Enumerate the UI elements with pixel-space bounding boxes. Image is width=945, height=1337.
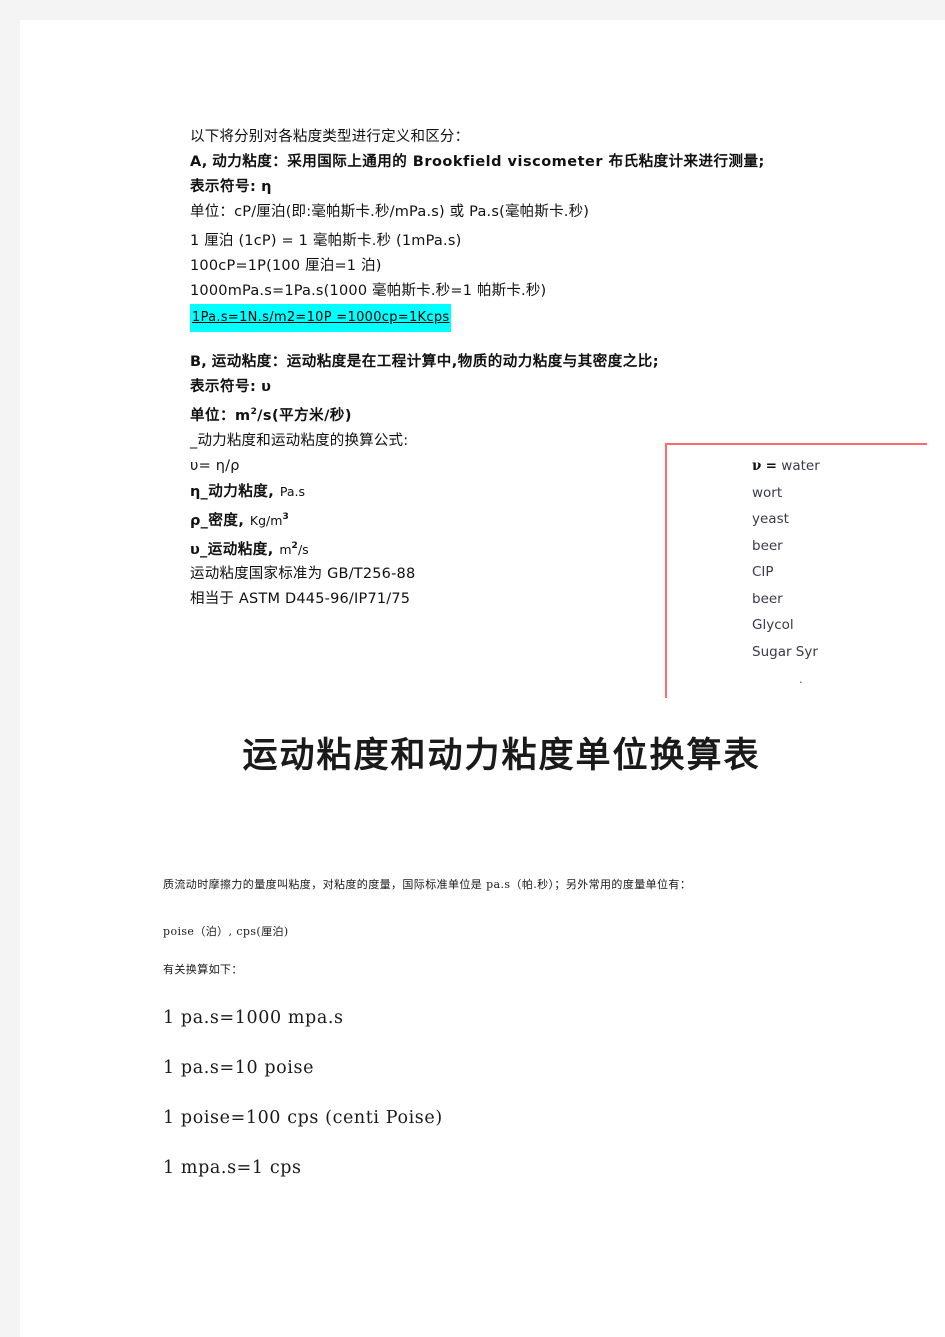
conversion-line-4: 1 mpa.s=1 cps: [163, 1158, 302, 1178]
section-b-symbol-label: 表示符号:: [190, 379, 257, 395]
list-item-label: Glycol: [752, 617, 794, 633]
list-item-label: Sugar Syr: [752, 643, 818, 660]
section-a-symbol-line: 表示符号: η: [190, 175, 930, 200]
list-item: beer: [752, 586, 927, 613]
list-item-label: yeast: [752, 511, 789, 527]
legend-text-eta: _动力粘度,: [200, 483, 280, 500]
conversion-line-1: 1 pa.s=1000 mpa.s: [163, 1008, 344, 1028]
intro-line: 以下将分别对各粘度类型进行定义和区分：: [190, 129, 470, 145]
section-a-conversion-2: 100cP=1P(100 厘泊=1 泊): [190, 258, 382, 274]
highlighted-conversion-row: 1Pa.s=1N.s/m2=10P =1000cp=1Kcps: [190, 304, 930, 332]
section-b-unit-suffix: /s(平方米/秒): [257, 407, 353, 424]
list-item-label: beer: [752, 537, 783, 554]
list-item: ν = water: [752, 453, 927, 480]
section-b-symbol-line: 表示符号: υ: [190, 375, 930, 400]
viscosity-sample-list: ν = water wort yeast beer CIP beer Glyco…: [667, 445, 927, 665]
conversion-list-intro: 有关换算如下：: [163, 963, 243, 976]
legend-text-rho: _密度,: [200, 512, 250, 529]
legend-unit-eta: Pa.s: [279, 483, 305, 499]
conversion-line-2: 1 pa.s=10 poise: [163, 1058, 315, 1078]
section-a-conversion-1: 1 厘泊 (1cP) = 1 毫帕斯卡.秒 (1mPa.s): [190, 233, 462, 249]
legend-unit-tail-nu: /s: [297, 541, 309, 557]
list-item-label: CIP: [752, 564, 774, 580]
section-b-label: B,: [190, 354, 207, 370]
section-a-label: A,: [190, 154, 208, 170]
legend-symbol-nu: υ: [190, 541, 200, 558]
definition-paragraph-line-2: poise（泊）, cps(厘泊): [163, 925, 289, 938]
section-b-heading-text: 运动粘度：运动粘度是在工程计算中,物质的动力粘度与其密度之比;: [211, 354, 660, 370]
legend-symbol-eta: η: [190, 483, 201, 500]
definition-paragraph-line-1: 质流动时摩擦力的量度叫粘度，对粘度的度量，国际标准单位是 pa.s（帕.秒）；另…: [163, 878, 692, 891]
trailing-mark: .: [799, 671, 803, 686]
legend-text-nu: _运动粘度,: [200, 541, 280, 558]
legend-symbol-rho: ρ: [190, 512, 201, 529]
section-b-heading: B, 运动粘度：运动粘度是在工程计算中,物质的动力粘度与其密度之比;: [190, 350, 930, 375]
list-item-label: beer: [752, 590, 783, 607]
conversion-line-3: 1 poise=100 cps (centi Poise): [163, 1108, 443, 1128]
section-b-unit-prefix: 单位：m: [190, 407, 251, 424]
list-item: wort: [752, 480, 927, 507]
list-item: yeast: [752, 506, 927, 533]
legend-unit-nu: m: [279, 541, 292, 557]
nu-symbol-boxed: ν: [752, 458, 762, 474]
section-b-unit-line: 单位：m2/s(平方米/秒): [190, 400, 930, 429]
section-a-heading: A, 动力粘度：采用国际上通用的 Brookfield viscometer 布…: [190, 150, 930, 175]
page-title: 运动粘度和动力粘度单位换算表: [242, 735, 761, 776]
document-page: 以下将分别对各粘度类型进行定义和区分： A, 动力粘度：采用国际上通用的 Bro…: [20, 20, 945, 1337]
nu-symbol: υ: [261, 379, 272, 395]
eta-symbol: η: [261, 179, 272, 195]
section-a-symbol-label: 表示符号:: [190, 179, 257, 195]
list-item-label: water: [781, 458, 820, 474]
list-item: Glycol: [752, 612, 927, 639]
viscosity-sample-box: ν = water wort yeast beer CIP beer Glyco…: [665, 443, 927, 698]
legend-unit-sup-rho: 3: [282, 511, 289, 522]
section-a-unit-line: 单位：cP/厘泊(即:毫帕斯卡.秒/mPa.s) 或 Pa.s(毫帕斯卡.秒): [190, 204, 590, 220]
legend-unit-rho: Kg/m: [249, 512, 283, 528]
lower-text-block: 质流动时摩擦力的量度叫粘度，对粘度的度量，国际标准单位是 pa.s（帕.秒）；另…: [163, 876, 883, 1179]
section-a-heading-text: 动力粘度：采用国际上通用的 Brookfield viscometer 布氏粘度…: [212, 154, 765, 170]
list-item: CIP: [752, 559, 927, 586]
list-item-label: wort: [752, 484, 783, 501]
equals-sign: =: [765, 458, 777, 474]
list-item: Sugar Syr: [752, 639, 927, 666]
section-a-conversion-3: 1000mPa.s=1Pa.s(1000 毫帕斯卡.秒=1 帕斯卡.秒): [190, 283, 547, 299]
highlighted-conversion-text: 1Pa.s=1N.s/m2=10P =1000cp=1Kcps: [190, 304, 452, 332]
list-item: beer: [752, 533, 927, 560]
